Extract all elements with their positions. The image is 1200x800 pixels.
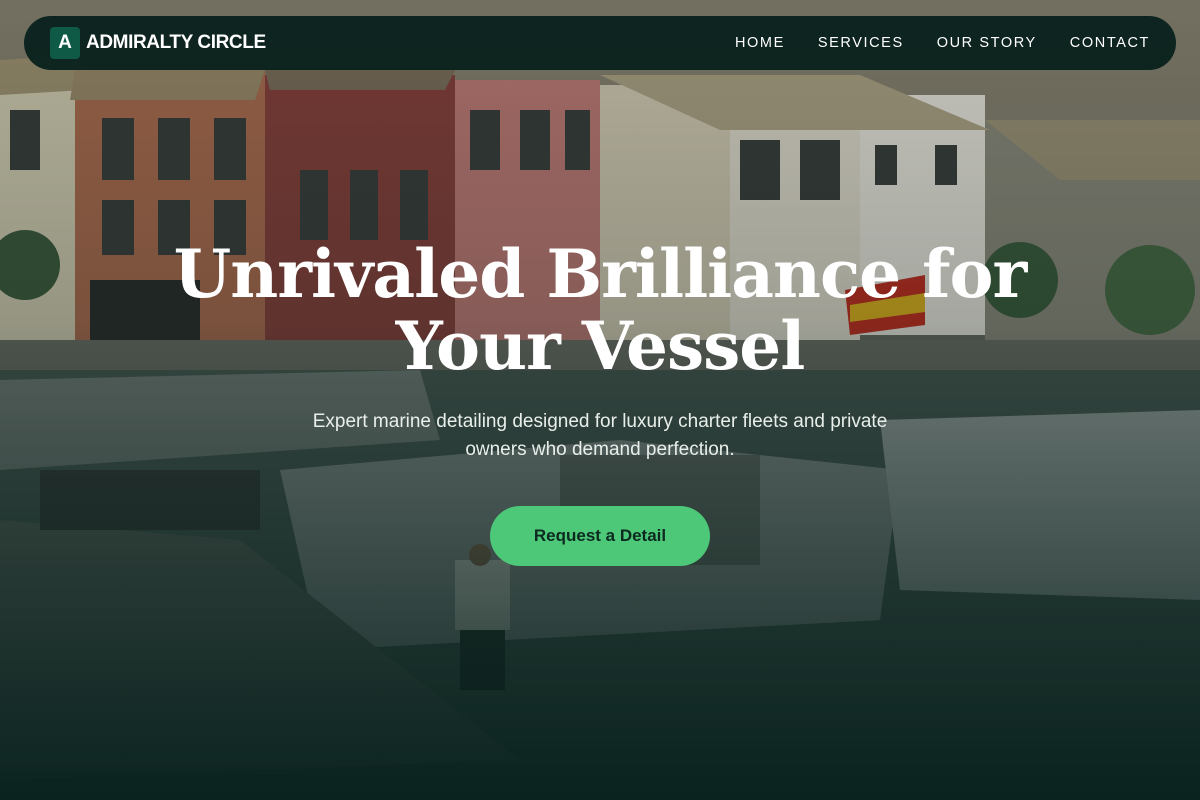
nav-link-contact[interactable]: CONTACT [1070,35,1150,51]
nav-links: HOME SERVICES OUR STORY CONTACT [735,35,1150,51]
brand-logo[interactable]: A ADMIRALTY CIRCLE [50,27,266,59]
hero-subtitle-line-1: Expert marine detailing designed for lux… [312,411,888,432]
hero-title-line-2: Your Vessel [395,307,806,385]
hero-subtitle: Expert marine detailing designed for lux… [260,408,940,464]
hero-title: Unrivaled Brilliance for Your Vessel [150,238,1050,382]
hero-section: A ADMIRALTY CIRCLE HOME SERVICES OUR STO… [0,0,1200,800]
hero-title-line-1: Unrivaled Brilliance for [173,235,1028,313]
hero-content: Unrivaled Brilliance for Your Vessel Exp… [0,238,1200,566]
request-detail-button[interactable]: Request a Detail [490,506,710,566]
nav-link-our-story[interactable]: OUR STORY [937,35,1037,51]
brand-name: ADMIRALTY CIRCLE [86,32,266,53]
brand-mark-icon: A [50,27,80,59]
nav-link-services[interactable]: SERVICES [818,35,904,51]
top-navbar: A ADMIRALTY CIRCLE HOME SERVICES OUR STO… [24,16,1176,70]
nav-link-home[interactable]: HOME [735,35,785,51]
hero-subtitle-line-2: owners who demand perfection. [465,439,735,460]
